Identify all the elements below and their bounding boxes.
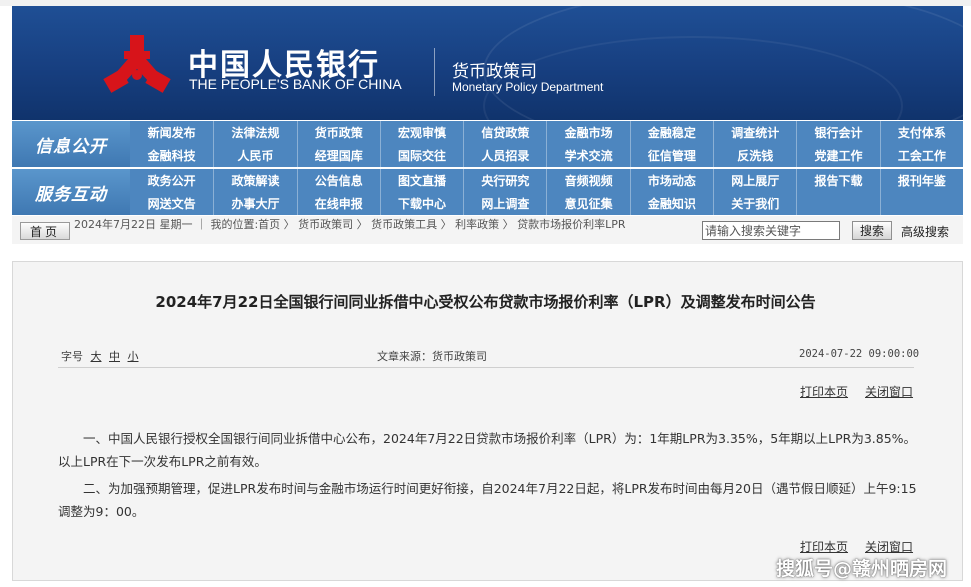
site-banner: 中国人民银行 THE PEOPLE'S BANK OF CHINA 货币政策司 … [12,6,963,120]
close-window-link-bottom[interactable]: 关闭窗口 [865,538,913,555]
nav-item[interactable]: 下载中心 [379,192,463,215]
nav-item[interactable]: 金融科技 [130,144,213,167]
nav-item[interactable]: 意见征集 [546,192,629,215]
nav-item[interactable]: 支付体系 [879,121,963,144]
nav-item[interactable]: 在线申报 [296,192,380,215]
nav-grid: 政务公开 政策解读 公告信息 图文直播 央行研究 音频视频 市场动态 网上展厅 … [130,169,963,215]
nav-item[interactable]: 公告信息 [296,169,380,192]
nav-item[interactable]: 金融稳定 [629,121,713,144]
nav-item[interactable]: 政务公开 [130,169,213,192]
nav-section-label: 服务互动 [12,169,130,215]
nav-item [879,192,963,215]
nav-item[interactable]: 网上展厅 [713,169,796,192]
print-page-link-bottom[interactable]: 打印本页 [800,538,848,555]
search-input[interactable] [702,221,840,240]
nav-item[interactable]: 学术交流 [546,144,629,167]
nav-item [796,192,879,215]
print-page-link[interactable]: 打印本页 [800,383,848,400]
bank-name-en: THE PEOPLE'S BANK OF CHINA [189,76,402,92]
nav-item[interactable]: 金融市场 [546,121,629,144]
nav-item[interactable]: 报告下载 [796,169,879,192]
nav-item[interactable]: 调查统计 [713,121,796,144]
dept-name-en: Monetary Policy Department [452,80,604,94]
font-large-option[interactable]: 大 [91,350,102,363]
nav-item[interactable]: 人员招录 [463,144,546,167]
nav-item[interactable]: 国际交往 [379,144,463,167]
nav-item[interactable]: 宏观审慎 [379,121,463,144]
watermark: 搜狐号@赣州晒房网 [776,558,948,580]
nav-item[interactable]: 市场动态 [629,169,713,192]
nav-item[interactable]: 报刊年鉴 [879,169,963,192]
nav-item[interactable]: 银行会计 [796,121,879,144]
nav-grid: 新闻发布 法律法规 货币政策 宏观审慎 信贷政策 金融市场 金融稳定 调查统计 … [130,121,963,167]
nav-item[interactable]: 办事大厅 [213,192,296,215]
nav-item[interactable]: 音频视频 [546,169,629,192]
nav-item[interactable]: 图文直播 [379,169,463,192]
pboc-logo-icon [103,35,171,93]
nav-service-interaction: 服务互动 政务公开 政策解读 公告信息 图文直播 央行研究 音频视频 市场动态 … [12,169,963,215]
nav-item[interactable]: 信贷政策 [463,121,546,144]
nav-item[interactable]: 关于我们 [713,192,796,215]
nav-item[interactable]: 人民币 [213,144,296,167]
nav-section-label: 信息公开 [12,121,130,167]
article-source: 文章来源：货币政策司 [377,350,487,363]
nav-item[interactable]: 经理国库 [296,144,380,167]
nav-item[interactable]: 反洗钱 [713,144,796,167]
article-paragraph: 二、为加强预期管理，促进LPR发布时间与金融市场运行时间更好衔接，自2024年7… [58,481,917,519]
dept-name-cn: 货币政策司 [452,62,537,82]
nav-item[interactable]: 法律法规 [213,121,296,144]
font-small-option[interactable]: 小 [128,350,139,363]
nav-item[interactable]: 政策解读 [213,169,296,192]
nav-item[interactable]: 网上调查 [463,192,546,215]
article-paragraph: 一、中国人民银行授权全国银行间同业拆借中心公布，2024年7月22日贷款市场报价… [58,431,917,469]
breadcrumb: 2024年7月22日 星期一 ｜ 我的位置:首页 〉 货币政策司 〉 货币政策工… [74,218,626,231]
article-body: 一、中国人民银行授权全国银行间同业拆借中心公布，2024年7月22日贷款市场报价… [58,427,918,523]
nav-item[interactable]: 工会工作 [879,144,963,167]
nav-info-disclosure: 信息公开 新闻发布 法律法规 货币政策 宏观审慎 信贷政策 金融市场 金融稳定 … [12,121,963,167]
nav-item[interactable]: 党建工作 [796,144,879,167]
nav-item[interactable]: 征信管理 [629,144,713,167]
divider [58,367,914,368]
font-size-label: 字号 [61,350,83,363]
article-date: 2024-07-22 09:00:00 [799,348,920,360]
advanced-search-link[interactable]: 高级搜索 [901,223,949,240]
nav-item[interactable]: 货币政策 [296,121,380,144]
nav-item[interactable]: 新闻发布 [130,121,213,144]
home-button[interactable]: 首页 [20,222,70,240]
nav-item[interactable]: 网送文告 [130,192,213,215]
nav-item[interactable]: 央行研究 [463,169,546,192]
nav-item[interactable]: 金融知识 [629,192,713,215]
font-medium-option[interactable]: 中 [109,350,120,363]
font-size-control: 字号 大 中 小 [61,348,139,364]
banner-divider [434,48,435,96]
search-button[interactable]: 搜索 [852,221,892,240]
article-title: 2024年7月22日全国银行间同业拆借中心受权公布贷款市场报价利率（LPR）及调… [155,293,816,311]
close-window-link[interactable]: 关闭窗口 [865,383,913,400]
